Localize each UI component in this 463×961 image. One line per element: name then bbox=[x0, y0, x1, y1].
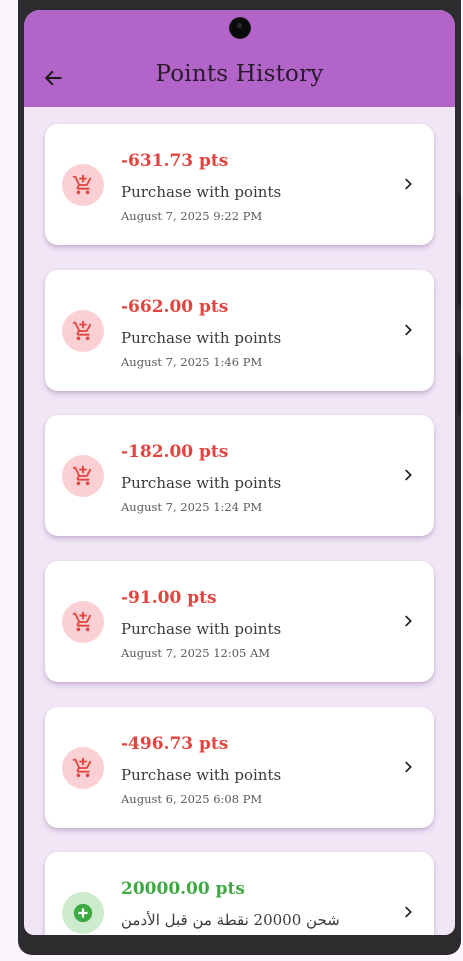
phone-frame: Points History -631.73 pts Purchase with… bbox=[18, 0, 461, 955]
volume-button bbox=[458, 195, 461, 305]
add-circle-icon bbox=[73, 903, 93, 923]
chevron-right-icon bbox=[405, 178, 412, 190]
transaction-date: August 7, 2025 1:46 PM bbox=[121, 355, 263, 369]
power-button bbox=[458, 355, 461, 415]
transaction-description: شحن 20000 نقطة من قبل الأدمن bbox=[121, 911, 340, 929]
transaction-icon-badge bbox=[62, 747, 104, 789]
transaction-card[interactable]: -91.00 pts Purchase with points August 7… bbox=[45, 561, 434, 682]
app-screen: Points History -631.73 pts Purchase with… bbox=[24, 10, 455, 935]
chevron-right-icon bbox=[405, 761, 412, 773]
transaction-icon-badge bbox=[62, 892, 104, 934]
transaction-card[interactable]: -496.73 pts Purchase with points August … bbox=[45, 707, 434, 828]
transaction-description: Purchase with points bbox=[121, 329, 282, 347]
transaction-date: August 7, 2025 9:22 PM bbox=[121, 209, 263, 223]
transaction-amount: -631.73 pts bbox=[121, 151, 229, 171]
transaction-amount: 20000.00 pts bbox=[121, 879, 245, 899]
transaction-card[interactable]: -631.73 pts Purchase with points August … bbox=[45, 124, 434, 245]
transaction-amount: -662.00 pts bbox=[121, 297, 229, 317]
chevron-right-icon bbox=[405, 615, 412, 627]
app-bar: Points History bbox=[24, 10, 455, 107]
transaction-description: Purchase with points bbox=[121, 474, 282, 492]
transaction-amount: -91.00 pts bbox=[121, 588, 217, 608]
cart-icon bbox=[72, 757, 92, 778]
transaction-card[interactable]: -662.00 pts Purchase with points August … bbox=[45, 270, 434, 391]
transaction-icon-badge bbox=[62, 310, 104, 352]
transaction-date: August 7, 2025 1:24 PM bbox=[121, 500, 263, 514]
chevron-right-icon bbox=[405, 324, 412, 336]
transaction-description: Purchase with points bbox=[121, 766, 282, 784]
transaction-card[interactable]: -182.00 pts Purchase with points August … bbox=[45, 415, 434, 536]
transaction-amount: -496.73 pts bbox=[121, 734, 229, 754]
transaction-card[interactable]: 20000.00 pts شحن 20000 نقطة من قبل الأدم… bbox=[45, 852, 434, 935]
transaction-amount: -182.00 pts bbox=[121, 442, 229, 462]
cart-icon bbox=[72, 465, 92, 486]
transaction-icon-badge bbox=[62, 455, 104, 497]
transaction-description: Purchase with points bbox=[121, 620, 282, 638]
chevron-right-icon bbox=[405, 906, 412, 918]
transaction-date: August 6, 2025 6:08 PM bbox=[121, 792, 263, 806]
page-title: Points History bbox=[155, 61, 324, 87]
chevron-right-icon bbox=[405, 469, 412, 481]
cart-icon bbox=[72, 611, 92, 632]
transaction-icon-badge bbox=[62, 164, 104, 206]
camera-cutout bbox=[230, 18, 250, 38]
cart-icon bbox=[72, 174, 92, 195]
transaction-icon-badge bbox=[62, 601, 104, 643]
cart-icon bbox=[72, 320, 92, 341]
transaction-list[interactable]: -631.73 pts Purchase with points August … bbox=[24, 107, 455, 935]
transaction-description: Purchase with points bbox=[121, 183, 282, 201]
transaction-date: August 7, 2025 12:05 AM bbox=[121, 646, 271, 660]
